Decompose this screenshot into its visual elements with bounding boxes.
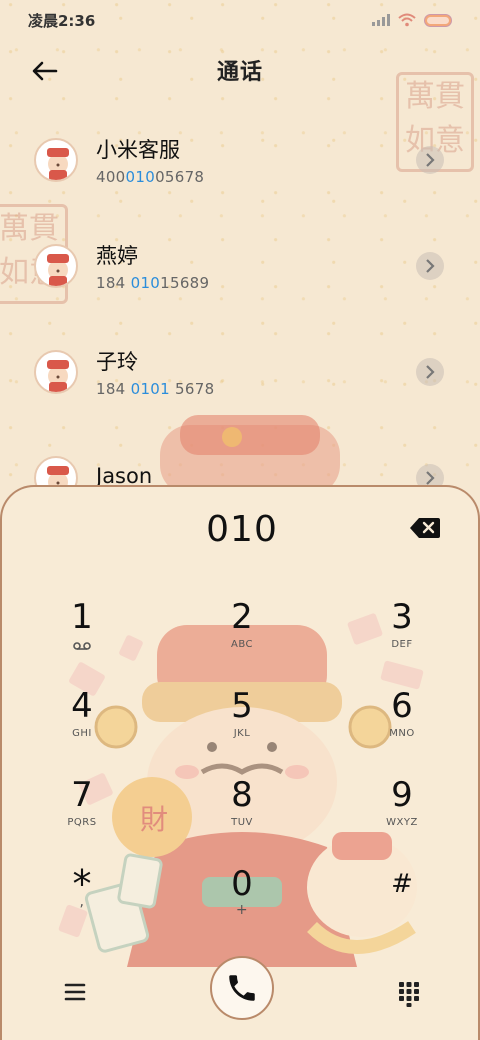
key-letters: PQRS	[67, 817, 97, 828]
key-9[interactable]: 9 WXYZ	[352, 775, 452, 855]
key-1[interactable]: 1	[32, 597, 132, 677]
key-letters: DEF	[391, 639, 413, 650]
hide-keypad-button[interactable]	[394, 978, 424, 1008]
header: 通话	[0, 48, 480, 92]
key-0[interactable]: 0 +	[192, 864, 292, 944]
status-time: 凌晨2:36	[28, 11, 96, 30]
status-bar: 凌晨2:36	[0, 0, 480, 40]
key-letters: ,	[79, 894, 85, 910]
contact-number: 40001005678	[96, 168, 205, 186]
contact-name: 燕婷	[96, 244, 138, 268]
key-letters: +	[235, 902, 249, 918]
dialpad-grid-icon	[399, 982, 419, 1007]
back-button[interactable]	[28, 54, 62, 88]
key-8[interactable]: 8 TUV	[192, 775, 292, 855]
key-digit: 6	[391, 686, 413, 726]
key-6[interactable]: 6 MNO	[352, 686, 452, 766]
dialpad-panel: 財 010 1 2 ABC 3 DEF 4 GHI 5 JKL 6 MNO 7 …	[0, 485, 480, 1040]
chevron-right-icon	[426, 471, 435, 485]
avatar	[34, 244, 78, 288]
back-arrow-icon	[32, 61, 58, 81]
key-digit: 2	[231, 597, 253, 637]
key-4[interactable]: 4 GHI	[32, 686, 132, 766]
key-2[interactable]: 2 ABC	[192, 597, 292, 677]
chevron-right-icon	[426, 259, 435, 273]
dialpad-bottom-bar	[2, 940, 478, 1040]
backspace-icon	[410, 518, 440, 538]
key-letters: ABC	[230, 639, 253, 650]
chevron-right-icon	[426, 365, 435, 379]
key-digit: 9	[391, 775, 413, 815]
key-digit: 7	[71, 775, 93, 815]
key-hash[interactable]: #	[352, 864, 452, 944]
signal-icon	[372, 14, 390, 26]
key-5[interactable]: 5 JKL	[192, 686, 292, 766]
contact-item[interactable]: 小米客服 40001005678	[0, 110, 480, 210]
avatar	[34, 350, 78, 394]
chevron-right-icon	[426, 153, 435, 167]
contact-detail-button[interactable]	[416, 146, 444, 174]
contact-item[interactable]: 燕婷 184 01015689	[0, 216, 480, 316]
key-digit: 4	[71, 686, 93, 726]
contact-name: 小米客服	[96, 138, 180, 162]
key-digit: 1	[71, 597, 93, 637]
key-letters: MNO	[389, 728, 415, 739]
voicemail-icon	[73, 642, 91, 650]
hamburger-menu-icon	[64, 983, 86, 1001]
key-digit: 0	[231, 864, 253, 904]
contact-detail-button[interactable]	[416, 358, 444, 386]
phone-icon	[229, 975, 255, 1001]
backspace-button[interactable]	[410, 517, 440, 539]
status-icons	[372, 13, 452, 27]
menu-button[interactable]	[60, 978, 90, 1006]
key-letters: GHI	[72, 728, 92, 739]
call-button[interactable]	[210, 956, 274, 1020]
key-digit: #	[391, 869, 413, 899]
dial-input[interactable]: 010	[2, 509, 478, 550]
wifi-icon	[398, 13, 416, 27]
key-star[interactable]: * ,	[32, 864, 132, 944]
key-7[interactable]: 7 PQRS	[32, 775, 132, 855]
key-digit: 8	[231, 775, 253, 815]
battery-icon	[424, 13, 452, 27]
fortune-god-hat-illustration	[160, 415, 340, 490]
key-digit: 5	[231, 686, 253, 726]
page-title: 通话	[216, 60, 263, 85]
svg-text:財: 財	[140, 803, 168, 836]
key-3[interactable]: 3 DEF	[352, 597, 452, 677]
contact-name: 子玲	[96, 350, 138, 374]
contact-number: 184 01015689	[96, 274, 210, 292]
key-digit: 3	[391, 597, 413, 637]
avatar	[34, 138, 78, 182]
key-letters: TUV	[231, 817, 253, 828]
key-letters: WXYZ	[386, 817, 418, 828]
key-letters: JKL	[233, 728, 251, 739]
contact-detail-button[interactable]	[416, 252, 444, 280]
